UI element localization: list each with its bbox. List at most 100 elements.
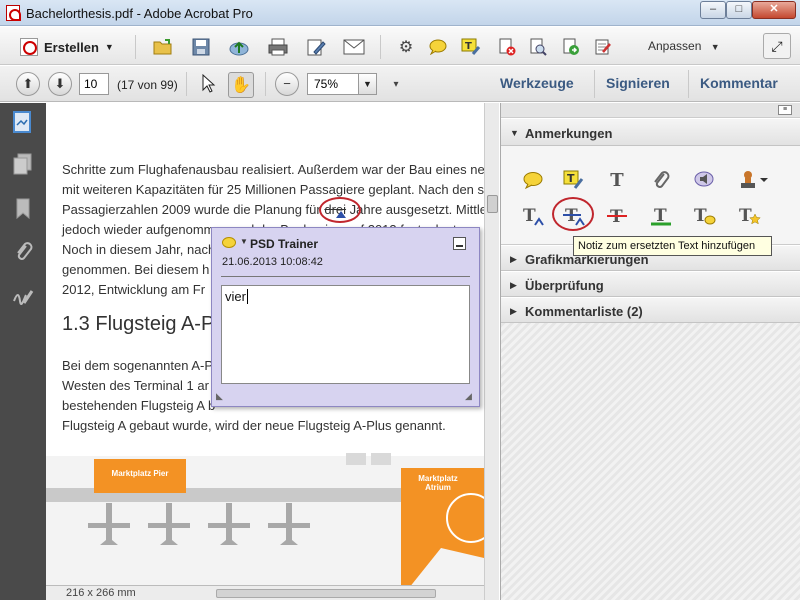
email-icon[interactable]: [343, 36, 365, 58]
document-line-end: Jahre ausgesetzt. Mittle: [349, 202, 484, 217]
acrobat-icon: [6, 5, 21, 21]
text-star-icon[interactable]: T: [737, 204, 761, 228]
acrobat-window: Bachelorthesis.pdf - Adobe Acrobat Pro –…: [0, 0, 800, 600]
text-cursor: [246, 289, 248, 304]
create-button[interactable]: Erstellen ▼: [14, 35, 120, 59]
document-search-icon[interactable]: [527, 36, 549, 58]
underline-text-icon[interactable]: T: [649, 204, 673, 228]
sticky-note-icon[interactable]: [521, 168, 545, 192]
svg-text:T: T: [694, 206, 707, 226]
toolbar-divider: [380, 35, 381, 59]
open-folder-icon[interactable]: [152, 36, 174, 58]
print-icon[interactable]: [267, 36, 289, 58]
pane-options-icon[interactable]: ≡: [778, 105, 792, 115]
page-number-input[interactable]: [79, 73, 109, 95]
bookmark-icon[interactable]: [12, 197, 34, 221]
create-label: Erstellen: [44, 39, 99, 55]
zoom-input[interactable]: [307, 73, 359, 95]
collapsed-arrow-icon: ▶: [510, 306, 517, 316]
document-line: mit weiteren Kapazitäten für 25 Millione…: [62, 182, 484, 197]
select-cursor-icon[interactable]: [197, 73, 219, 95]
comment-date: 21.06.2013 10:08:42: [222, 256, 323, 268]
insert-text-icon[interactable]: T: [521, 204, 545, 228]
document-line: 2012, Entwicklung am Fr: [62, 282, 206, 297]
resize-grip[interactable]: ◣: [216, 391, 223, 402]
previous-page-button[interactable]: ⬆: [16, 72, 40, 96]
page-thumbnail-icon[interactable]: [12, 111, 34, 135]
minimize-button[interactable]: –: [700, 1, 726, 19]
page-size: 216 x 266 mm: [66, 587, 136, 599]
pane-header: ≡: [501, 103, 800, 118]
section-comment-list[interactable]: ▶ Kommentarliste (2): [501, 297, 800, 323]
export-page-icon[interactable]: [560, 36, 582, 58]
section-review[interactable]: ▶ Überprüfung: [501, 271, 800, 297]
expanded-arrow-icon: ▼: [510, 128, 519, 138]
text-comment-icon[interactable]: T: [692, 204, 716, 228]
document-line: Noch in diesem Jahr, nach: [62, 242, 216, 257]
comment-pane: ≡ ▼ Anmerkungen T T T T T T ▶ Grafikmark…: [500, 103, 800, 600]
sign-panel-button[interactable]: Signieren: [606, 75, 670, 91]
hand-tool-icon[interactable]: ✋: [228, 72, 254, 98]
comment-bubble-icon[interactable]: [427, 36, 449, 58]
highlight-text-icon[interactable]: T: [562, 168, 586, 192]
vertical-scrollbar[interactable]: [484, 103, 499, 600]
gear-icon[interactable]: ⚙: [395, 36, 417, 58]
map-label: Marktplatz Pier: [94, 459, 186, 493]
create-pdf-icon: [20, 38, 38, 56]
navigation-pane: [0, 103, 46, 600]
comment-text-field[interactable]: vier: [221, 285, 470, 384]
edit-document-icon[interactable]: [305, 36, 327, 58]
resize-grip[interactable]: ◢: [465, 391, 472, 402]
section-label: Überprüfung: [525, 278, 604, 293]
collapsed-arrow-icon: ▶: [510, 254, 517, 264]
attach-file-icon[interactable]: [649, 168, 673, 192]
comment-panel-button[interactable]: Kommentar: [700, 75, 778, 91]
upload-cloud-icon[interactable]: [228, 36, 250, 58]
signature-icon[interactable]: [12, 285, 34, 309]
comment-popup[interactable]: ▼ PSD Trainer 21.06.2013 10:08:42 vier ◣…: [211, 227, 480, 407]
section-label: Anmerkungen: [525, 126, 613, 141]
horizontal-scrollbar[interactable]: [216, 589, 436, 598]
next-page-button[interactable]: ⬇: [48, 72, 72, 96]
minimize-popup-button[interactable]: [453, 237, 466, 250]
form-edit-icon[interactable]: [592, 36, 614, 58]
expand-icon[interactable]: ⤢: [763, 33, 791, 59]
zoom-dropdown-icon[interactable]: ▼: [359, 73, 377, 95]
toolbar-options-icon[interactable]: ▾: [385, 73, 407, 95]
airport-map: Marktplatz Pier Marktplatz Atrium: [46, 448, 484, 600]
document-line-start: Passagierzahlen 2009 wurde die Planung f…: [62, 202, 321, 217]
zoom-out-button[interactable]: −: [275, 72, 299, 96]
navigation-toolbar: ⬆ ⬇ (17 von 99) ✋ − ▼ ▾ Werkzeuge Signie…: [0, 66, 800, 102]
save-icon[interactable]: [190, 36, 212, 58]
document-line: genommen. Bei diesem h: [62, 262, 210, 277]
divider: [221, 276, 470, 277]
annotation-tools: T T T T T T T: [501, 146, 800, 245]
svg-text:T: T: [465, 41, 472, 52]
page-count: (17 von 99): [117, 78, 178, 92]
window-title: Bachelorthesis.pdf - Adobe Acrobat Pro: [26, 6, 253, 21]
maximize-button[interactable]: □: [726, 1, 752, 19]
options-caret-icon[interactable]: ▼: [240, 237, 248, 246]
attachment-icon[interactable]: [12, 241, 34, 265]
scrollbar-thumb[interactable]: [487, 195, 498, 213]
delete-page-icon[interactable]: [496, 36, 518, 58]
stamp-tool-icon[interactable]: [737, 168, 771, 192]
section-annotations[interactable]: ▼ Anmerkungen: [501, 118, 800, 146]
tools-panel-button[interactable]: Werkzeuge: [500, 75, 574, 91]
highlight-circle: [552, 197, 594, 231]
customize-menu[interactable]: Anpassen ▼: [648, 39, 720, 53]
toolbar-divider: [186, 72, 187, 96]
strikethrough-text-icon[interactable]: T: [605, 204, 629, 228]
title-bar: Bachelorthesis.pdf - Adobe Acrobat Pro –…: [0, 0, 800, 26]
insert-caret-icon[interactable]: [335, 209, 347, 219]
document-line: Passagierzahlen 2009 wurde die Planung f…: [62, 200, 484, 220]
add-text-icon[interactable]: T: [605, 168, 629, 192]
customize-label: Anpassen: [648, 39, 702, 53]
status-bar: 216 x 266 mm: [46, 585, 484, 600]
record-audio-icon[interactable]: [692, 168, 716, 192]
highlight-text-icon[interactable]: T: [460, 36, 482, 58]
close-button[interactable]: ✕: [752, 1, 796, 19]
toolbar-divider: [265, 72, 266, 96]
document-line: Westen des Terminal 1 ar: [62, 378, 209, 393]
pages-icon[interactable]: [12, 153, 34, 177]
